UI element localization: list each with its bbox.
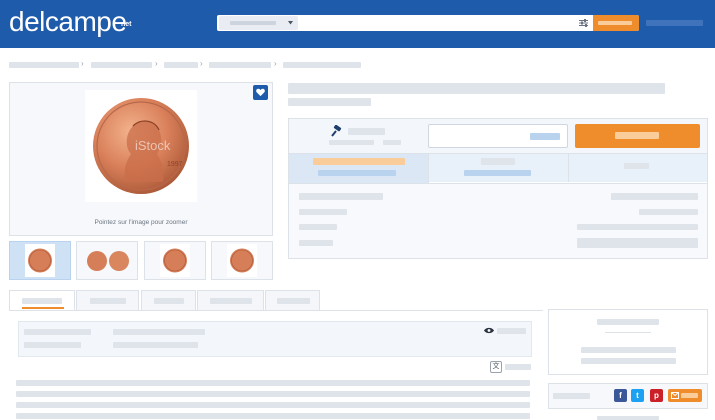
breadcrumb-separator: ›	[155, 59, 158, 68]
breadcrumb-item[interactable]	[9, 62, 79, 68]
coin-thumb-image	[87, 251, 129, 271]
tab-description[interactable]	[9, 290, 75, 310]
detail-value	[577, 224, 698, 230]
svg-text:1997: 1997	[167, 161, 183, 168]
bid-option-value[interactable]	[464, 170, 531, 176]
summary-label	[24, 329, 91, 335]
seller-location	[581, 358, 676, 364]
bid-count	[329, 140, 374, 145]
item-summary-box	[18, 321, 532, 357]
summary-value	[113, 329, 205, 335]
breadcrumb-item[interactable]	[91, 62, 152, 68]
delcampe-logo[interactable]: delcampe	[9, 6, 127, 38]
tab-5[interactable]	[265, 290, 320, 310]
translate-icon: 文	[492, 363, 500, 370]
gavel-icon	[331, 125, 342, 137]
detail-label	[299, 224, 337, 230]
bid-option-value	[318, 170, 396, 176]
zoom-hint: Pointez sur l'image pour zoomer	[94, 219, 188, 226]
description-text	[16, 402, 530, 408]
bid-option-label	[313, 158, 405, 165]
detail-label	[299, 240, 333, 246]
translate-button[interactable]: 文	[490, 361, 502, 373]
add-to-favorites-button[interactable]	[253, 85, 268, 100]
current-price	[348, 128, 385, 135]
description-text	[16, 380, 530, 386]
thumbnail-3[interactable]	[144, 241, 206, 280]
coin-thumb-image	[230, 248, 254, 273]
tab-3[interactable]	[141, 290, 196, 310]
summary-value	[113, 342, 198, 348]
description-text	[16, 391, 530, 397]
product-image[interactable]: iStock 1997	[85, 90, 197, 202]
email-share-button[interactable]	[668, 389, 702, 402]
tab-2[interactable]	[76, 290, 139, 310]
breadcrumb-separator: ›	[81, 59, 84, 68]
search-button[interactable]	[593, 15, 639, 31]
translate-label[interactable]	[505, 364, 531, 370]
pinterest-icon[interactable]: p	[650, 389, 663, 402]
summary-label	[24, 342, 81, 348]
detail-label	[299, 209, 347, 215]
description-text	[16, 413, 530, 419]
image-watermark: iStock	[135, 138, 171, 153]
detail-value	[611, 193, 698, 200]
share-label	[553, 393, 590, 399]
item-subtitle	[288, 98, 371, 106]
facebook-icon[interactable]: f	[614, 389, 627, 402]
seller-name[interactable]	[597, 319, 659, 325]
seller-rating	[581, 347, 676, 353]
breadcrumb-item[interactable]	[283, 62, 361, 68]
breadcrumb-item[interactable]	[164, 62, 198, 68]
detail-value	[577, 238, 698, 248]
twitter-icon[interactable]: t	[631, 389, 644, 402]
tab-4[interactable]	[197, 290, 264, 310]
thumbnail-2[interactable]	[76, 241, 138, 280]
chevron-down-icon	[288, 21, 293, 25]
detail-value	[639, 209, 698, 215]
bid-option-label	[624, 163, 649, 169]
thumbnail-4[interactable]	[211, 241, 273, 280]
category-select[interactable]	[219, 16, 298, 30]
more-content	[597, 416, 659, 420]
bid-amount-input[interactable]	[428, 124, 568, 148]
eye-icon	[484, 327, 494, 334]
place-bid-button[interactable]	[575, 124, 700, 148]
breadcrumb-separator: ›	[274, 59, 277, 68]
sliders-icon[interactable]	[579, 19, 588, 27]
view-count	[497, 328, 526, 334]
bid-option-label	[481, 158, 515, 165]
breadcrumb-separator: ›	[200, 59, 203, 68]
coin-thumb-image	[163, 248, 187, 273]
thumbnail-1[interactable]	[9, 241, 71, 280]
coin-thumb-image	[28, 248, 52, 273]
coin-image: iStock 1997	[93, 98, 189, 194]
currency-note	[383, 140, 401, 145]
breadcrumb-item[interactable]	[209, 62, 271, 68]
seller-divider	[605, 332, 651, 333]
detail-label	[299, 193, 383, 200]
email-icon	[671, 392, 679, 399]
item-title	[288, 83, 665, 94]
logo-suffix: net	[121, 21, 132, 28]
header-account-link[interactable]	[646, 20, 703, 26]
heart-icon	[256, 88, 265, 97]
